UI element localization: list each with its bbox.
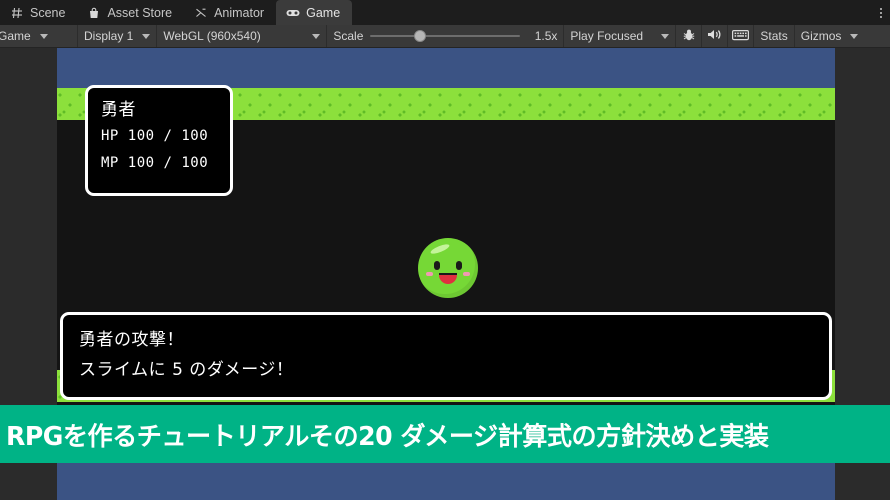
gizmos-label: Gizmos	[800, 29, 842, 43]
scale-slider-track	[370, 35, 521, 37]
chevron-down-icon	[142, 33, 151, 39]
unity-editor-window: Scene Asset Store Animator Game Game Dis…	[0, 0, 890, 500]
view-mode-dropdown[interactable]: Game	[0, 25, 78, 47]
chevron-down-icon	[661, 33, 670, 39]
scale-slider[interactable]	[370, 30, 521, 42]
stats-label: Stats	[760, 29, 788, 43]
slime-sprite[interactable]	[418, 238, 478, 298]
player-mp: MP 100 / 100	[101, 155, 209, 171]
editor-tab-bar: Scene Asset Store Animator Game	[0, 0, 890, 25]
bug-icon	[682, 28, 696, 45]
slime-eye-right	[456, 261, 462, 270]
tab-game-label: Game	[306, 5, 341, 20]
play-mode-label: Play Focused	[570, 29, 644, 43]
play-mode-dropdown[interactable]: Play Focused	[564, 25, 677, 47]
keyboard-shortcuts-button[interactable]	[728, 25, 755, 47]
player-status-window: 勇者 HP 100 / 100 MP 100 / 100	[85, 85, 233, 196]
slime-cheek-right	[463, 272, 470, 276]
tab-asset-store-label: Asset Store	[107, 5, 173, 20]
mute-audio-button[interactable]	[702, 25, 729, 47]
slime-cheek-left	[426, 272, 433, 276]
message-line-1: 勇者の攻撃！	[79, 330, 184, 350]
tab-animator[interactable]: Animator	[184, 0, 276, 25]
tab-asset-store[interactable]: Asset Store	[77, 0, 184, 25]
tab-animator-label: Animator	[214, 5, 265, 20]
sky-background-top	[57, 48, 835, 88]
speaker-icon	[707, 28, 723, 44]
battle-message-window[interactable]: 勇者の攻撃！ スライムに 5 のダメージ！	[60, 312, 832, 400]
chevron-down-icon	[850, 33, 859, 39]
resolution-dropdown[interactable]: WebGL (960x540)	[157, 25, 328, 47]
resolution-label: WebGL (960x540)	[163, 29, 261, 43]
player-hp: HP 100 / 100	[101, 128, 209, 144]
scale-value: 1.5x	[534, 29, 558, 43]
game-view-toolbar: Game Display 1 WebGL (960x540) Scale 1.5…	[0, 25, 890, 48]
tab-scene[interactable]: Scene	[0, 0, 77, 25]
chevron-down-icon	[312, 33, 321, 39]
keyboard-icon	[732, 29, 750, 44]
chevron-down-icon	[39, 33, 48, 39]
animator-icon	[194, 6, 208, 20]
debug-toggle-button[interactable]	[676, 25, 703, 47]
stats-button[interactable]: Stats	[754, 25, 795, 47]
gamepad-icon	[286, 6, 300, 20]
scale-slider-group[interactable]: Scale 1.5x	[327, 25, 565, 47]
scale-slider-handle[interactable]	[413, 30, 426, 42]
display-dropdown[interactable]: Display 1	[78, 25, 158, 47]
tab-scene-label: Scene	[30, 5, 66, 20]
grid-icon	[10, 6, 24, 20]
tab-game[interactable]: Game	[276, 0, 353, 25]
gizmos-button[interactable]: Gizmos	[795, 25, 865, 47]
player-name: 勇者	[101, 100, 136, 120]
title-banner: RPGを作るチュートリアルその20 ダメージ計算式の方針決めと実装	[0, 405, 890, 463]
message-line-2: スライムに 5 のダメージ！	[79, 360, 294, 380]
shop-bag-icon	[87, 6, 101, 20]
view-mode-label: Game	[0, 29, 31, 43]
slime-eye-left	[434, 261, 440, 270]
banner-title: RPGを作るチュートリアルその20 ダメージ計算式の方針決めと実装	[6, 421, 769, 452]
more-options-icon[interactable]	[872, 0, 890, 25]
display-label: Display 1	[84, 29, 134, 43]
scale-label: Scale	[333, 29, 364, 43]
